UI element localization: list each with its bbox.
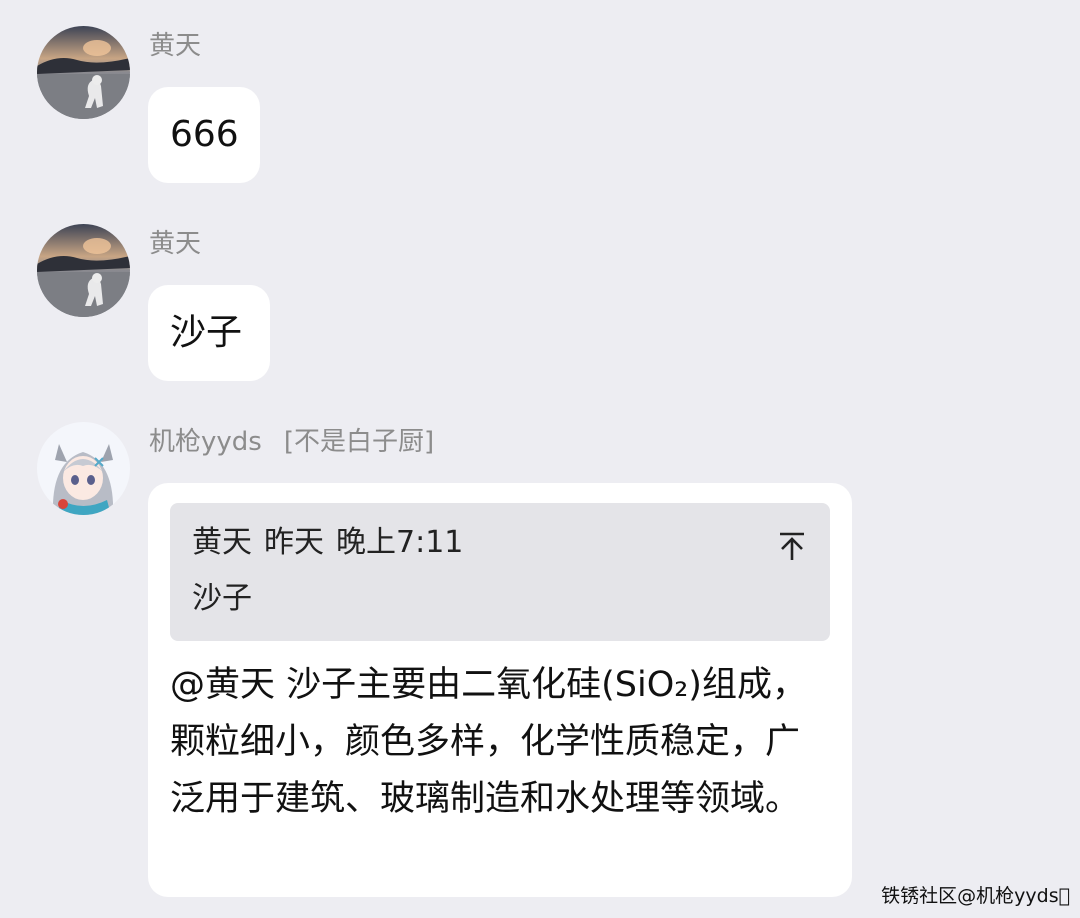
watermark: 铁锈社区@机枪yyds⃣ [881, 885, 1070, 907]
sender-name-row: 机枪yyds [不是白子厨] [149, 427, 434, 457]
avatar[interactable] [37, 422, 130, 515]
anime-girl-avatar-image [37, 422, 130, 515]
quote-text: 沙子 [192, 581, 252, 616]
quoted-message[interactable]: 黄天 昨天 晚上7:11 沙子 [170, 503, 830, 641]
quote-author: 黄天 [192, 525, 252, 560]
quote-day: 昨天 [264, 525, 324, 560]
arrow-up-to-top-icon[interactable] [778, 531, 806, 561]
member-title-badge: [不是白子厨] [283, 427, 435, 457]
message-bubble[interactable]: 黄天 昨天 晚上7:11 沙子 @黄天 沙子主要由二氧化硅(SiO₂)组成，颗粒细小… [148, 483, 852, 897]
quote-time: 晚上7:11 [336, 525, 464, 560]
quote-header: 黄天 昨天 晚上7:11 [192, 525, 463, 561]
chat-message: 机枪yyds [不是白子厨] 黄天 昨天 晚上7:11 沙子 @黄天 沙子主要由二氧化… [0, 0, 1080, 918]
message-text: @黄天 沙子主要由二氧化硅(SiO₂)组成，颗粒细小，颜色多样，化学性质稳定，广… [170, 665, 807, 819]
sender-name[interactable]: 机枪yyds [149, 427, 262, 457]
